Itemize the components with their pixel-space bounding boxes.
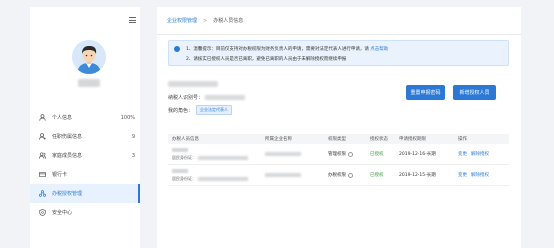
column-header: 授权状态 [370,137,388,142]
role-tag: 企业法定代表人 [196,105,233,115]
sidebar-item-label: 个人信息 [52,115,73,121]
ops-cell: 变更 解除授权 [458,172,509,178]
person-id: 居民身份证： [172,155,265,161]
column-header: 办税人员信息 [172,137,199,142]
sidebar-item-tax-authorization[interactable]: 办税授权管理 [30,184,140,203]
bank-card-icon [39,171,46,178]
period-cell: 2019-12-16-长期 [399,152,436,157]
sidebar-item-label: 任职伤属信息 [52,134,83,140]
add-authorized-person-button[interactable]: 新增授权人员 [453,85,496,100]
question-icon[interactable] [348,172,353,178]
sidebar-item-count: 3 [131,152,135,159]
breadcrumb-parent-link[interactable]: 企业权限管理 [167,17,197,24]
avatar [72,40,106,74]
table-header: 办税人员信息 所属企业名称 权限类型 授权状态 申请授权期限 操作 [168,134,509,144]
role-row: 我的角色： 企业法定代表人 [168,105,233,115]
sidebar-item-family-info[interactable]: 家庭成员信息 3 [30,146,140,165]
taxid-value [205,95,246,100]
change-link[interactable]: 变更 [458,173,467,178]
authorization-table: 办税人员信息 所属企业名称 权限类型 授权状态 申请授权期限 操作 居民身份证：… [168,134,509,186]
sidebar-item-count: 100% [120,114,135,121]
sidebar-item-label: 银行卡 [52,172,68,178]
company-value [265,152,301,156]
period-cell: 2019-12-15-长期 [399,173,436,178]
perm-type: 管理权限 [328,152,346,157]
perm-cell: 办税权限 [328,172,370,178]
sidebar-item-bank-card[interactable]: 银行卡 [30,165,140,184]
person-badge-icon [39,133,46,140]
company-name [168,81,218,87]
id-label: 居民身份证： [172,175,196,181]
breadcrumb: 企业权限管理 > 办税人员信息 [167,17,244,25]
main-panel: 企业权限管理 > 办税人员信息 1、温馨提示：目前仅支持对办税权限为财务负责人的… [157,7,521,248]
perm-cell: 管理权限 [328,151,370,157]
question-icon[interactable] [348,151,353,157]
notice-line-2: 2、请核实已授权人员是否已离职，避免已离职的人员由于未解除授权而继续申报 [186,57,347,62]
column-header: 申请授权期限 [399,137,426,142]
person-cell: 居民身份证： [168,147,265,161]
sidebar-item-security-center[interactable]: 安全中心 [30,203,140,222]
company-value [265,173,301,177]
column-header: 操作 [458,137,467,142]
family-icon [39,152,46,159]
taxid-row: 纳税人识别号： [168,94,246,101]
table-row: 居民身份证： 办税权限 已授权 2019-12-15-长期 变更 解除授权 [168,165,509,186]
notice-line-1: 1、温馨提示：目前仅支持对办税权限为财务负责人的申请，需要对法定代表人进行申请，… [186,46,388,52]
info-icon [174,46,180,52]
breadcrumb-current: 办税人员信息 [213,18,244,24]
help-link[interactable]: 点击帮助 [370,47,388,52]
company-cell [265,152,328,156]
notice-box: 1、温馨提示：目前仅支持对办税权限为财务负责人的申请，需要对法定代表人进行申请，… [168,40,509,66]
id-value [198,176,248,181]
person-name [172,168,188,173]
sidebar-item-employment-info[interactable]: 任职伤属信息 9 [30,127,140,146]
authorization-icon [39,190,46,197]
company-cell [265,173,328,177]
sidebar-item-label: 办税授权管理 [52,191,83,197]
perm-type: 办税权限 [328,173,346,178]
side-menu: 个人信息 100% 任职伤属信息 9 家庭成员信息 3 银行卡 办税授权管理 安… [30,108,140,222]
taxid-label: 纳税人识别号： [168,95,204,101]
status-cell: 已授权 [370,152,384,157]
role-label: 我的角色： [168,107,194,114]
sidebar-item-label: 安全中心 [52,210,73,216]
person-id: 居民身份证： [172,176,265,182]
sidebar-item-count: 9 [131,133,135,140]
ops-cell: 变更 解除授权 [458,151,509,157]
change-link[interactable]: 变更 [458,152,467,157]
revoke-link[interactable]: 解除授权 [471,173,489,178]
menu-toggle-icon[interactable] [129,17,136,23]
column-header: 所属企业名称 [265,137,292,142]
table-row: 居民身份证： 管理权限 已授权 2019-12-16-长期 变更 解除授权 [168,144,509,165]
sidebar-item-label: 家庭成员信息 [52,153,83,159]
user-name [78,79,100,87]
id-value [198,155,248,160]
notice-line-1-text: 1、温馨提示：目前仅支持对办税权限为财务负责人的申请，需要对法定代表人进行申请，… [186,47,369,52]
user-icon [39,114,46,121]
shield-icon [39,209,46,216]
status-cell: 已授权 [370,173,384,178]
person-name [172,147,188,152]
reset-password-button[interactable]: 重置申报密码 [406,85,445,100]
sidebar-item-personal-info[interactable]: 个人信息 100% [30,108,140,127]
sidebar: 个人信息 100% 任职伤属信息 9 家庭成员信息 3 银行卡 办税授权管理 安… [30,7,140,248]
id-label: 居民身份证： [172,154,196,160]
breadcrumb-separator: > [203,17,208,24]
column-header: 权限类型 [328,137,346,142]
revoke-link[interactable]: 解除授权 [471,152,489,157]
person-cell: 居民身份证： [168,168,265,182]
divider [157,34,521,35]
